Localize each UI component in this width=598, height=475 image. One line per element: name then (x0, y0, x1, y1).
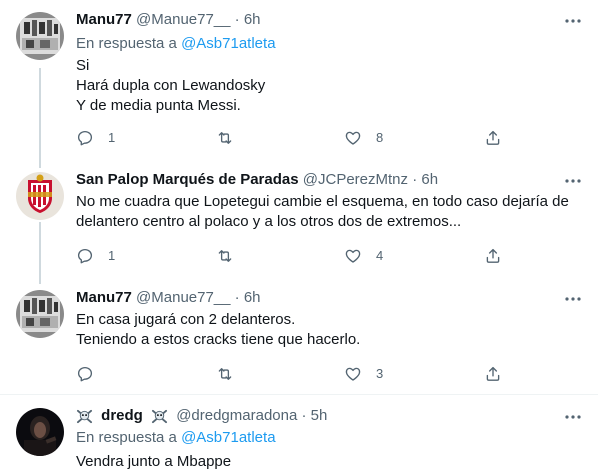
tweet-line: Y de media punta Messi. (76, 97, 241, 114)
share-icon (486, 248, 500, 263)
tweet-text: Vendra junto a Mbappe (76, 452, 231, 472)
tweet-line: En casa jugará con 2 delanteros. (76, 311, 296, 328)
separator-dot: · (234, 11, 240, 28)
tweet-header: San Palop Marqués de Paradas @JCPerezMtn… (76, 170, 438, 190)
reply-button[interactable]: 1 (76, 128, 115, 148)
reply-prefix: En respuesta a (76, 35, 177, 52)
user-handle[interactable]: @Manue77__ (136, 11, 230, 28)
more-icon[interactable] (564, 12, 582, 30)
tweet-line: delantero centro al polaco y a los otros… (76, 213, 462, 230)
reply-button[interactable] (76, 364, 108, 384)
display-name[interactable]: San Palop Marqués de Paradas (76, 171, 299, 188)
display-name[interactable]: dredg (101, 407, 143, 424)
reply-icon (77, 130, 93, 146)
tweet-text: No me cuadra que Lopetegui cambie el esq… (76, 192, 569, 232)
heart-icon (345, 131, 361, 145)
skull-crossbones-icon (151, 408, 168, 425)
retweet-button[interactable] (216, 246, 248, 266)
heart-icon (345, 249, 361, 263)
skull-crossbones-icon (76, 408, 93, 425)
heart-icon (345, 367, 361, 381)
tweet-text: Si Hará dupla con Lewandosky Y de media … (76, 56, 265, 116)
timestamp[interactable]: 6h (244, 11, 261, 28)
like-count: 4 (376, 248, 384, 263)
avatar[interactable] (16, 172, 64, 220)
more-icon[interactable] (564, 290, 582, 308)
user-handle[interactable]: @Manue77__ (136, 289, 230, 306)
tweet-header: Manu77 @Manue77__ · 6h (76, 10, 261, 30)
like-button[interactable]: 8 (344, 128, 383, 148)
share-button[interactable] (484, 128, 502, 148)
like-button[interactable]: 3 (344, 364, 383, 384)
avatar[interactable] (16, 12, 64, 60)
separator-dot: · (301, 407, 307, 424)
reply-icon (77, 248, 93, 264)
retweet-icon (218, 368, 232, 380)
reply-count: 1 (108, 130, 116, 145)
tweet-line: Vendra junto a Mbappe (76, 453, 232, 470)
like-button[interactable]: 4 (344, 246, 383, 266)
timestamp[interactable]: 6h (421, 171, 438, 188)
user-handle[interactable]: @dredgmaradona (176, 407, 297, 424)
retweet-icon (218, 132, 232, 144)
share-icon (486, 366, 500, 381)
share-icon (486, 130, 500, 145)
timestamp[interactable]: 6h (244, 289, 261, 306)
reply-to-link[interactable]: @Asb71atleta (181, 429, 275, 446)
more-icon[interactable] (564, 408, 582, 426)
timestamp[interactable]: 5h (311, 407, 328, 424)
display-name[interactable]: Manu77 (76, 11, 132, 28)
like-count: 3 (376, 366, 384, 381)
reply-to-link[interactable]: @Asb71atleta (181, 35, 275, 52)
action-bar: 1 4 (76, 246, 516, 266)
tweet-header: dredg @dredgmaradona · 5h (76, 406, 327, 426)
reply-button[interactable]: 1 (76, 246, 115, 266)
reply-prefix: En respuesta a (76, 429, 177, 446)
user-handle[interactable]: @JCPerezMtnz (303, 171, 408, 188)
tweet[interactable]: Manu77 @Manue77__ · 6h En casa jugará co… (0, 288, 598, 388)
more-icon[interactable] (564, 172, 582, 190)
like-count: 8 (376, 130, 384, 145)
action-bar: 3 (76, 364, 516, 384)
tweet[interactable]: dredg @dredgmaradona · 5h En respuesta a… (0, 406, 598, 475)
share-button[interactable] (484, 246, 502, 266)
retweet-button[interactable] (216, 128, 248, 148)
separator-dot: · (234, 289, 240, 306)
avatar[interactable] (16, 408, 64, 456)
separator-dot: · (412, 171, 418, 188)
reply-count: 1 (108, 248, 116, 263)
tweet-line: Hará dupla con Lewandosky (76, 77, 266, 94)
display-name[interactable]: Manu77 (76, 289, 132, 306)
tweet-line: Si (76, 57, 90, 74)
retweet-icon (218, 250, 232, 262)
tweet[interactable]: San Palop Marqués de Paradas @JCPerezMtn… (0, 170, 598, 280)
avatar[interactable] (16, 290, 64, 338)
tweet-divider (0, 394, 598, 395)
tweet-line: No me cuadra que Lopetegui cambie el esq… (76, 193, 569, 210)
action-bar: 1 8 (76, 128, 516, 148)
tweet-text: En casa jugará con 2 delanteros. Teniend… (76, 310, 360, 350)
reply-icon (77, 366, 93, 382)
tweet[interactable]: Manu77 @Manue77__ · 6h En respuesta a @A… (0, 10, 598, 150)
reply-context: En respuesta a @Asb71atleta (76, 34, 276, 54)
share-button[interactable] (484, 364, 502, 384)
retweet-button[interactable] (216, 364, 248, 384)
reply-context: En respuesta a @Asb71atleta (76, 428, 276, 448)
tweet-line: Teniendo a estos cracks tiene que hacerl… (76, 331, 361, 348)
tweet-header: Manu77 @Manue77__ · 6h (76, 288, 261, 308)
